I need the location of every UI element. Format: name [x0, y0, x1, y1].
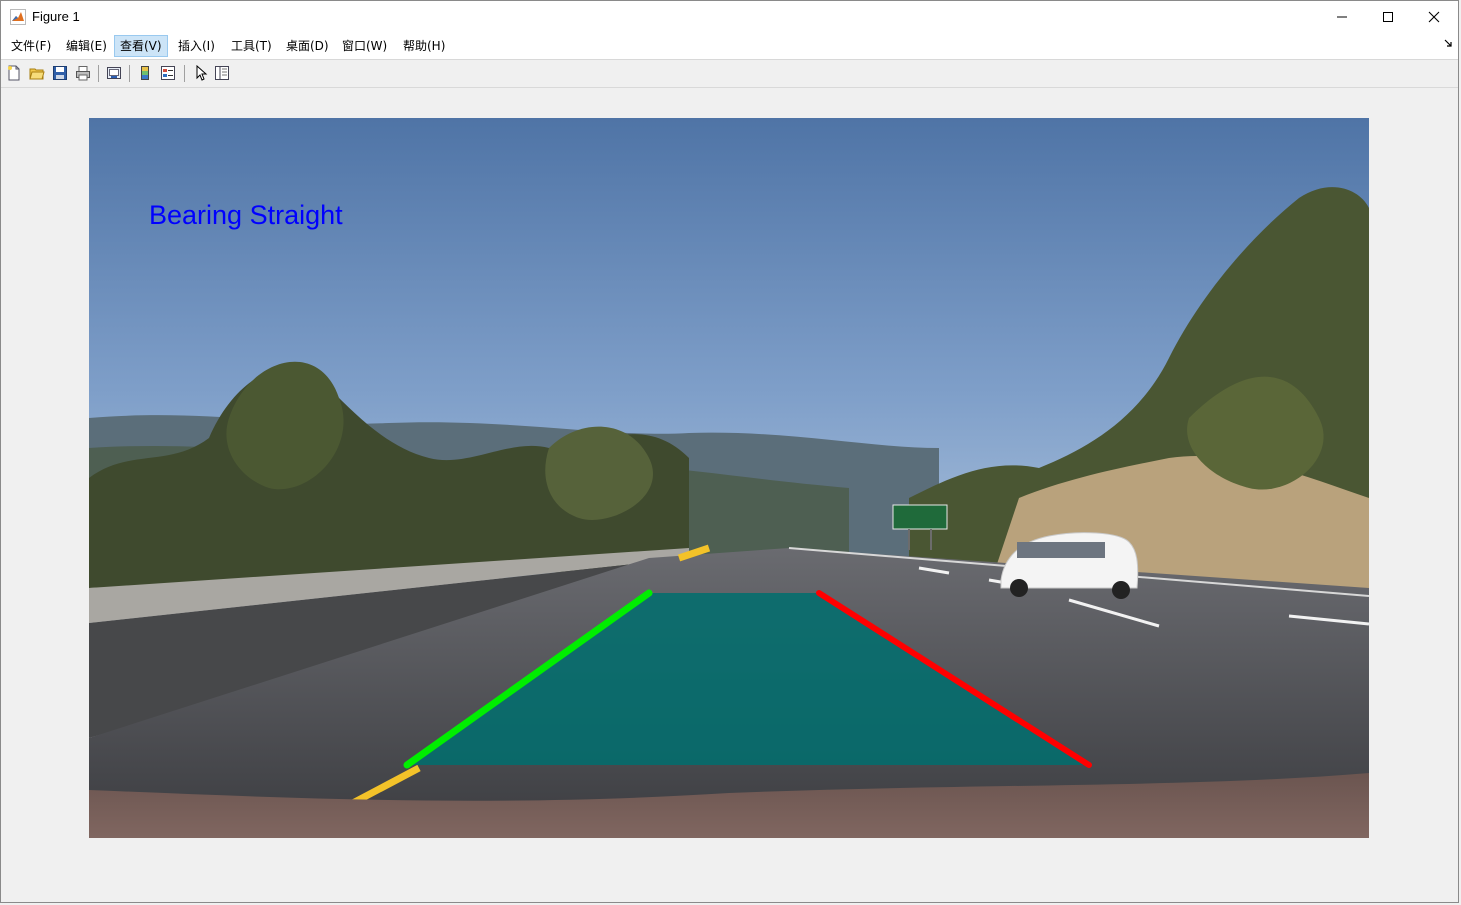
menu-file[interactable]: 文件(F)	[6, 35, 56, 57]
pointer-icon[interactable]	[191, 64, 209, 82]
figure-canvas: Bearing Straight	[1, 88, 1458, 902]
window-title: Figure 1	[32, 9, 80, 24]
maximize-button[interactable]	[1365, 1, 1411, 33]
menu-help[interactable]: 帮助(H)	[398, 35, 450, 57]
close-icon	[1428, 11, 1440, 23]
maximize-icon	[1383, 12, 1393, 22]
toolbar-separator	[129, 65, 130, 82]
menu-window[interactable]: 窗口(W)	[337, 35, 392, 57]
toolbar-separator	[98, 65, 99, 82]
minimize-button[interactable]	[1319, 1, 1365, 33]
menu-tools[interactable]: 工具(T)	[226, 35, 277, 57]
title-bar[interactable]: Figure 1	[1, 1, 1458, 33]
matlab-icon	[10, 9, 26, 25]
colorbar-icon[interactable]	[136, 64, 154, 82]
menu-bar: 文件(F) 编辑(E) 查看(V) 插入(I) 工具(T) 桌面(D) 窗口(W…	[1, 33, 1458, 60]
toolbar	[1, 60, 1458, 88]
menu-view[interactable]: 查看(V)	[114, 35, 168, 57]
property-inspector-icon[interactable]	[213, 64, 231, 82]
minimize-icon	[1337, 16, 1347, 18]
open-file-icon[interactable]	[28, 64, 46, 82]
legend-icon[interactable]	[159, 64, 177, 82]
dock-arrow-icon[interactable]	[1444, 39, 1452, 50]
print-icon[interactable]	[74, 64, 92, 82]
close-button[interactable]	[1411, 1, 1457, 33]
figure-window: Figure 1 文件(F) 编辑(E) 查看(V) 插入(I) 工具(T) 桌…	[0, 0, 1459, 903]
toolbar-separator	[184, 65, 185, 82]
bearing-status-text: Bearing Straight	[149, 200, 343, 230]
menu-insert[interactable]: 插入(I)	[173, 35, 220, 57]
link-plot-icon[interactable]	[105, 64, 123, 82]
image-axes[interactable]: Bearing Straight	[89, 118, 1369, 838]
menu-edit[interactable]: 编辑(E)	[61, 35, 112, 57]
new-figure-icon[interactable]	[5, 64, 23, 82]
menu-desktop[interactable]: 桌面(D)	[281, 35, 334, 57]
save-icon[interactable]	[51, 64, 69, 82]
